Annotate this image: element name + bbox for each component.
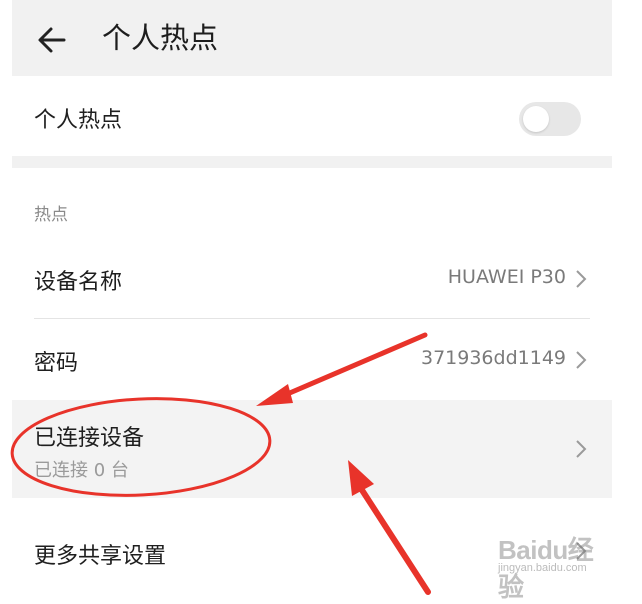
page-title: 个人热点 [102, 21, 219, 55]
device-name-row[interactable]: 设备名称 HUAWEI P30 [12, 238, 612, 318]
app-header: 个人热点 [12, 0, 612, 76]
connected-devices-label: 已连接设备 [34, 426, 145, 451]
hotspot-toggle-label: 个人热点 [34, 108, 123, 133]
chevron-right-icon [576, 440, 587, 458]
toggle-knob [523, 106, 549, 132]
hotspot-toggle-switch[interactable] [519, 102, 581, 136]
device-name-value: HUAWEI P30 [447, 266, 566, 288]
back-button[interactable] [32, 20, 72, 60]
watermark-url: jingyan.baidu.com [498, 562, 587, 574]
settings-screen: 个人热点 个人热点 热点 设备名称 HUAWEI P30 密码 371936dd… [12, 0, 612, 595]
connected-devices-count: 已连接 0 台 [34, 460, 129, 481]
chevron-right-icon [576, 351, 587, 369]
device-name-label: 设备名称 [34, 270, 123, 295]
chevron-right-icon [576, 270, 587, 288]
back-arrow-icon [38, 27, 66, 53]
baidu-watermark: Baidu经验 jingyan.baidu.com [492, 530, 610, 602]
password-label: 密码 [34, 351, 79, 376]
password-value: 371936dd1149 [420, 347, 566, 369]
password-row[interactable]: 密码 371936dd1149 [12, 319, 612, 399]
connected-devices-row[interactable]: 已连接设备 已连接 0 台 [12, 400, 612, 498]
section-label-hotspot: 热点 [34, 205, 68, 225]
more-sharing-settings-label: 更多共享设置 [34, 544, 167, 569]
hotspot-toggle-row[interactable]: 个人热点 [12, 76, 612, 156]
